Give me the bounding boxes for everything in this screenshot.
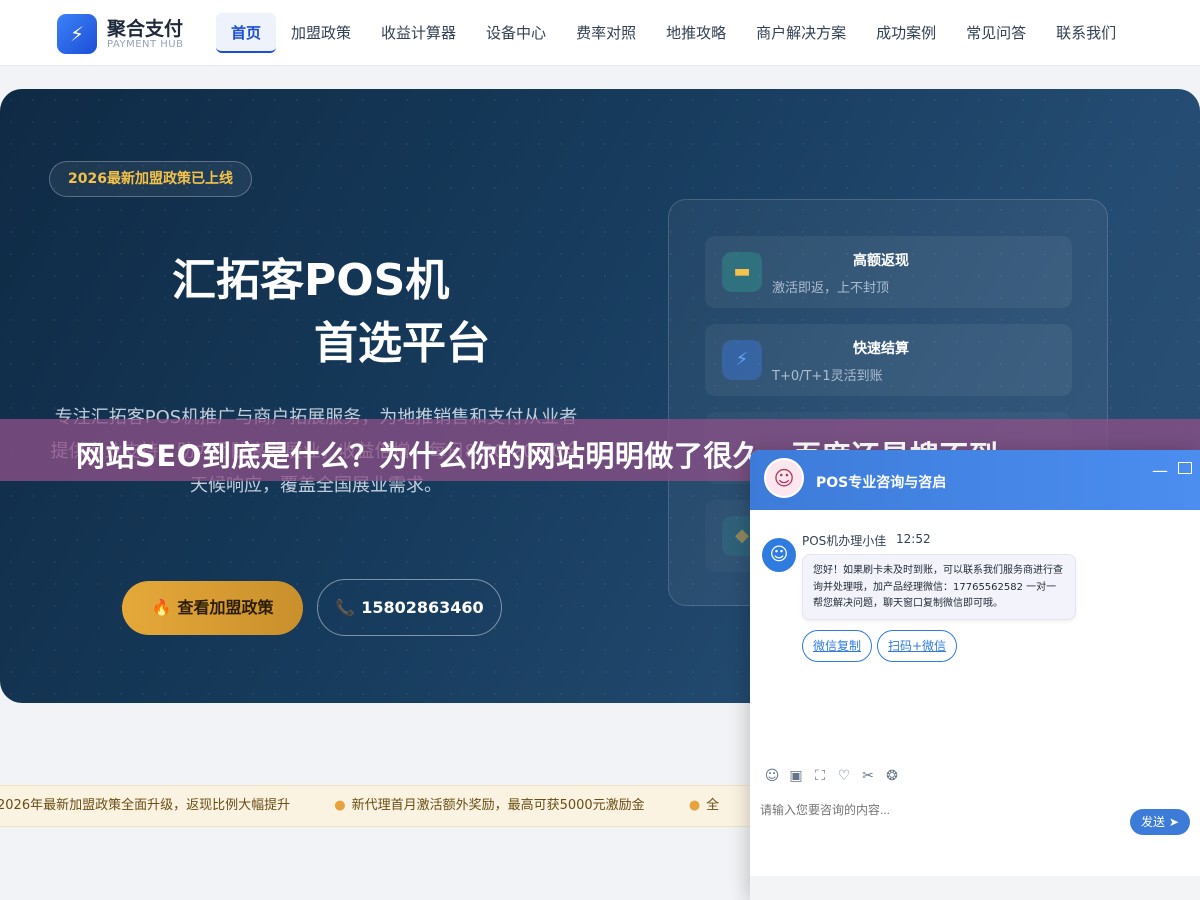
nav-item-faq[interactable]: 常见问答 <box>951 13 1041 53</box>
copy-wechat-button[interactable]: 微信复制 <box>802 630 873 662</box>
send-button[interactable]: 发送 ➤ <box>1130 809 1190 835</box>
nav-item-home[interactable]: 首页 <box>216 13 277 53</box>
image-icon[interactable]: ▣ <box>784 768 808 788</box>
chat-widget: ☺ POS专业咨询与咨启 — ☺ POS机办理小佳 12:52 您好！如果刷卡未… <box>750 450 1200 900</box>
message-time: 12:52 <box>896 532 931 546</box>
send-label: 发送 <box>1141 815 1166 829</box>
minimize-icon[interactable]: — <box>1152 461 1168 480</box>
cut-icon[interactable]: ✂ <box>856 768 880 788</box>
feature-title: 快速结算 <box>853 341 909 357</box>
card-icon: ▬ <box>722 252 762 292</box>
ticker-item[interactable]: ● 全 <box>689 786 719 826</box>
chat-toolbar: ☺ ▣ ⛶ ♡ ✂ ❂ <box>760 768 904 788</box>
ticker-item[interactable]: 2026年最新加盟政策全面升级，返现比例大幅提升 <box>0 786 290 826</box>
feature-title: 高额返现 <box>853 253 909 269</box>
phone-number: 15802863460 <box>361 598 484 617</box>
policy-badge: 2026最新加盟政策已上线 <box>49 161 252 197</box>
chat-footer <box>750 876 1200 900</box>
agent-avatar-icon: ☺ <box>764 458 804 498</box>
main-nav: 首页 加盟政策 收益计算器 设备中心 费率对照 地推攻略 商户解决方案 成功案例… <box>216 13 1131 53</box>
ticker-track: 2026年最新加盟政策全面升级，返现比例大幅提升 ● 新代理首月激活额外奖励，最高… <box>0 786 759 826</box>
view-policy-button[interactable]: 🔥 查看加盟政策 <box>122 581 303 635</box>
chat-input[interactable] <box>760 800 1120 820</box>
screenshot-icon[interactable]: ⛶ <box>808 768 832 788</box>
bullet-dot-icon: ● <box>334 798 346 813</box>
phone-button[interactable]: 📞 15802863460 <box>317 579 502 636</box>
site-header: ⚡ 聚合支付 PAYMENT HUB 首页 加盟政策 收益计算器 设备中心 费率… <box>0 0 1200 66</box>
nav-item-calculator[interactable]: 收益计算器 <box>366 13 471 53</box>
nav-item-contact[interactable]: 联系我们 <box>1041 13 1131 53</box>
agent-message-bubble: 您好！如果刷卡未及时到账，可以联系我们服务商进行查询并处理哦，加产品经理微信：1… <box>802 554 1076 620</box>
logo-name[interactable]: 聚合支付 <box>107 14 183 41</box>
wechat-icon[interactable]: ❂ <box>880 768 904 788</box>
send-arrow-icon: ➤ <box>1168 815 1179 829</box>
agent-avatar: ☺ <box>762 538 796 572</box>
nav-item-rates[interactable]: 费率对照 <box>561 13 651 53</box>
logo-subtitle: PAYMENT HUB <box>107 39 184 50</box>
ticker-item[interactable]: ● 新代理首月激活额外奖励，最高可获5000元激励金 <box>334 786 644 826</box>
rate-icon[interactable]: ♡ <box>832 768 856 788</box>
logo-lightning-icon[interactable]: ⚡ <box>57 14 97 54</box>
nav-item-solutions[interactable]: 商户解决方案 <box>741 13 861 53</box>
nav-item-join-policy[interactable]: 加盟政策 <box>276 13 366 53</box>
bullet-dot-icon: ● <box>688 798 701 813</box>
lightning-icon: ⚡ <box>722 340 762 380</box>
fire-icon: 🔥 <box>151 598 172 617</box>
view-policy-label: 查看加盟政策 <box>177 598 274 617</box>
emoji-icon[interactable]: ☺ <box>760 768 784 788</box>
phone-icon: 📞 <box>335 598 356 617</box>
nav-item-guide[interactable]: 地推攻略 <box>651 13 741 53</box>
feature-subtitle: T+0/T+1灵活到账 <box>772 369 883 384</box>
hero-title-line1: 汇拓客POS机 <box>172 255 450 306</box>
feature-item-cashback: ▬ 高额返现 激活即返，上不封顶 <box>705 236 1072 308</box>
hero-title-line2: 首选平台 <box>314 318 490 369</box>
nav-item-cases[interactable]: 成功案例 <box>861 13 951 53</box>
chat-header[interactable]: ☺ POS专业咨询与咨启 — <box>750 450 1200 510</box>
feature-subtitle: 激活即返，上不封顶 <box>772 281 890 296</box>
maximize-icon[interactable] <box>1178 462 1192 474</box>
chat-title: POS专业咨询与咨启 <box>816 475 947 491</box>
nav-item-devices[interactable]: 设备中心 <box>471 13 561 53</box>
agent-name: POS机办理小佳 <box>802 534 887 548</box>
scan-wechat-button[interactable]: 扫码+微信 <box>877 630 958 662</box>
feature-item-settlement: ⚡ 快速结算 T+0/T+1灵活到账 <box>705 324 1072 396</box>
